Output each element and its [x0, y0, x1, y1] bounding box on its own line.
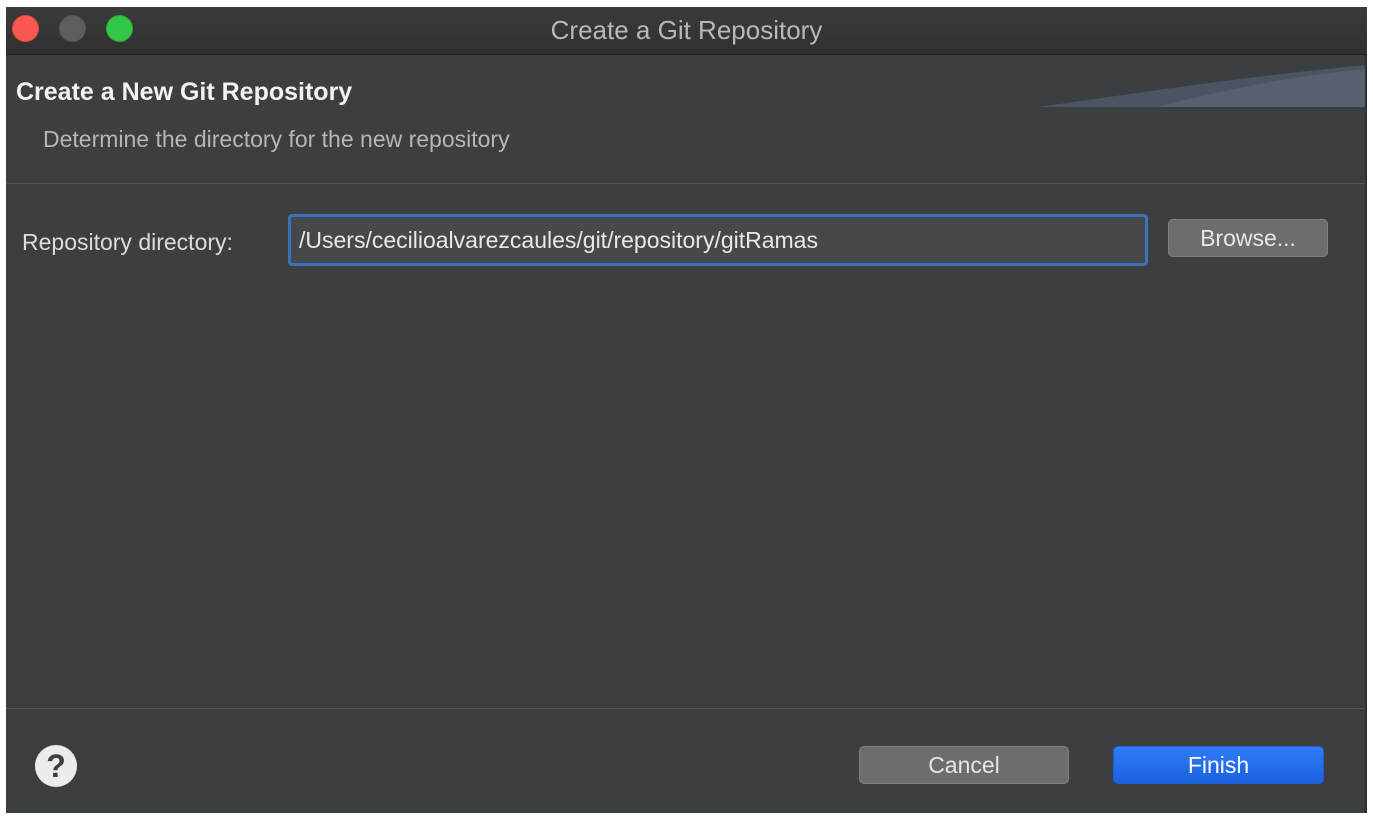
window-edge [1365, 55, 1367, 813]
help-icon[interactable]: ? [35, 745, 77, 787]
wizard-header: Create a New Git Repository Determine th… [6, 55, 1367, 184]
header-banner-graphic [1037, 65, 1367, 107]
cancel-button[interactable]: Cancel [859, 746, 1069, 784]
wizard-content: Repository directory: Browse... [6, 184, 1367, 707]
title-bar: Create a Git Repository [6, 7, 1367, 55]
repository-directory-label: Repository directory: [22, 229, 233, 255]
page-subtitle: Determine the directory for the new repo… [43, 126, 510, 152]
repository-directory-input[interactable] [288, 214, 1148, 266]
window-title: Create a Git Repository [550, 15, 823, 45]
page-title: Create a New Git Repository [16, 78, 353, 106]
finish-button[interactable]: Finish [1113, 746, 1324, 784]
dialog-window: Create a Git Repository Create a New Git… [6, 7, 1367, 813]
wizard-footer: ? Cancel Finish [6, 708, 1367, 813]
browse-button[interactable]: Browse... [1168, 219, 1328, 257]
